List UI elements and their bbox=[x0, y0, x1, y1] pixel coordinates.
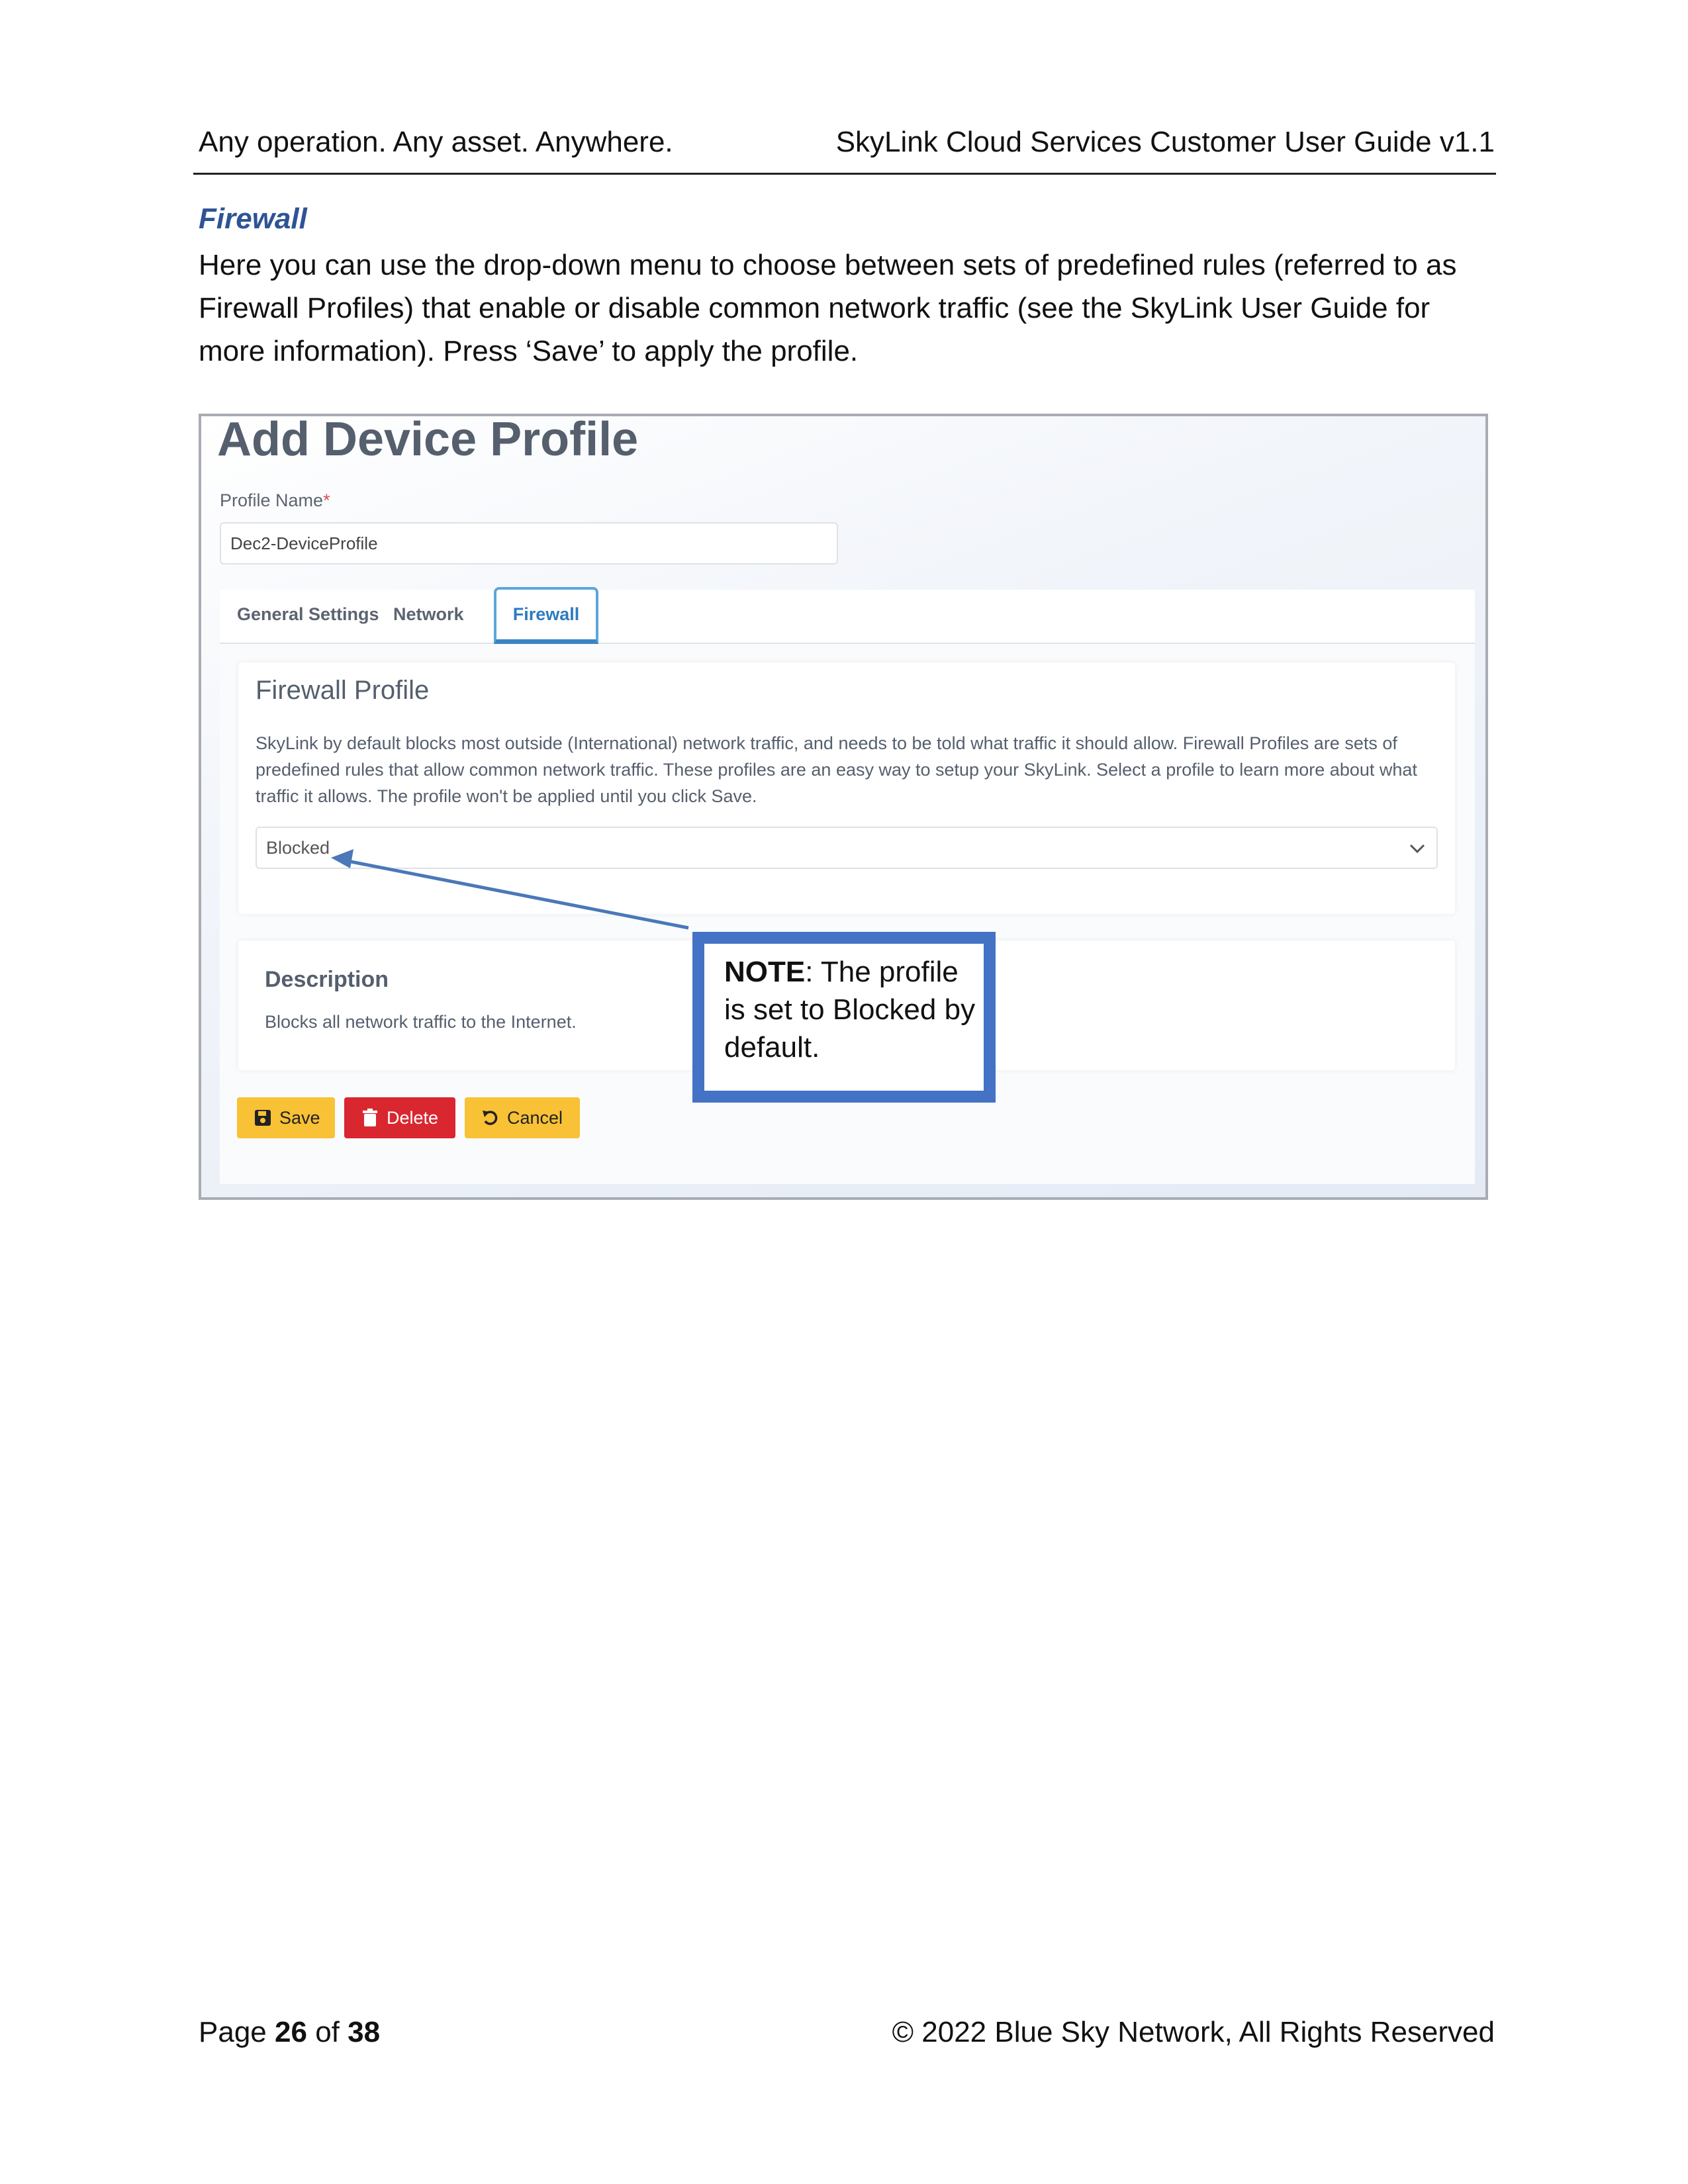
note-text: NOTE: The profile is set to Blocked by d… bbox=[724, 953, 976, 1066]
firewall-profile-title: Firewall Profile bbox=[256, 676, 430, 705]
save-button[interactable]: Save bbox=[237, 1097, 335, 1138]
copyright: © 2022 Blue Sky Network, All Rights Rese… bbox=[892, 2016, 1495, 2048]
chevron-down-icon bbox=[1409, 844, 1425, 854]
profile-name-label-text: Profile Name bbox=[220, 490, 324, 510]
header-divider bbox=[193, 173, 1496, 175]
undo-icon bbox=[483, 1111, 498, 1125]
note-bold-label: NOTE bbox=[724, 956, 806, 988]
floppy-disk-icon bbox=[255, 1110, 271, 1126]
cancel-button[interactable]: Cancel bbox=[465, 1097, 580, 1138]
delete-button[interactable]: Delete bbox=[344, 1097, 455, 1138]
firewall-profile-card: Firewall Profile SkyLink by default bloc… bbox=[238, 662, 1455, 914]
header-tagline: Any operation. Any asset. Anywhere. bbox=[199, 126, 673, 158]
of-word: of bbox=[315, 2016, 340, 2048]
total-pages: 38 bbox=[348, 2016, 381, 2048]
delete-button-label: Delete bbox=[387, 1108, 439, 1128]
profile-name-input[interactable]: Dec2-DeviceProfile bbox=[220, 522, 838, 565]
tab-general-settings[interactable]: General Settings bbox=[237, 604, 379, 625]
trash-icon bbox=[363, 1109, 377, 1126]
current-page: 26 bbox=[275, 2016, 307, 2048]
page-word: Page bbox=[199, 2016, 267, 2048]
page-title: Add Device Profile bbox=[217, 414, 639, 466]
section-title: Firewall bbox=[199, 203, 307, 235]
note-callout: NOTE: The profile is set to Blocked by d… bbox=[692, 932, 996, 1103]
tab-network[interactable]: Network bbox=[393, 604, 464, 625]
firewall-profile-description: SkyLink by default blocks most outside (… bbox=[256, 733, 1417, 806]
page-number: Page 26 of 38 bbox=[199, 2016, 380, 2049]
save-button-label: Save bbox=[279, 1108, 320, 1128]
tab-bar: General Settings Network Firewall bbox=[220, 587, 1475, 644]
cancel-button-label: Cancel bbox=[507, 1108, 563, 1128]
header-doc-title: SkyLink Cloud Services Customer User Gui… bbox=[835, 126, 1495, 158]
description-title: Description bbox=[265, 967, 389, 992]
tab-firewall[interactable]: Firewall bbox=[494, 587, 598, 644]
section-body: Here you can use the drop-down menu to c… bbox=[199, 249, 1457, 367]
selected-profile-value: Blocked bbox=[266, 838, 330, 858]
profile-name-label: Profile Name* bbox=[220, 490, 330, 511]
description-text: Blocks all network traffic to the Intern… bbox=[265, 1012, 577, 1032]
firewall-profile-select[interactable]: Blocked bbox=[256, 827, 1438, 869]
required-asterisk: * bbox=[323, 490, 330, 510]
